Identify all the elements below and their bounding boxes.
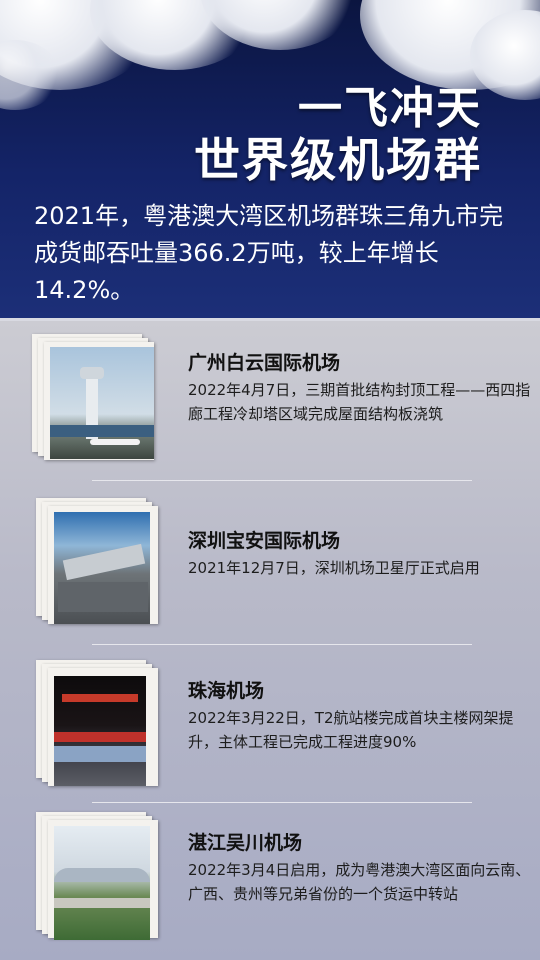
airport-name: 广州白云国际机场 [188,352,341,374]
guangzhou-airport-photo [50,347,154,459]
photo-stack [32,334,154,462]
divider-line [92,480,472,481]
photo-stack [36,660,158,788]
airport-name: 珠海机场 [188,680,265,702]
airport-desc: 2022年3月22日，T2航站楼完成首块主楼网架提升，主体工程已完成工程进度90… [188,709,514,751]
photo-stack [36,812,158,940]
airport-desc: 2022年4月7日，三期首批结构封顶工程——西四指廊工程冷却塔区域完成屋面结构板… [188,381,531,423]
header-banner: 一飞冲天 世界级机场群 2021年，粤港澳大湾区机场群珠三角九市完成货邮吞吐量3… [0,0,540,318]
divider-line [92,644,472,645]
airport-name: 深圳宝安国际机场 [188,530,341,552]
photo-stack [36,498,158,626]
title-line-2: 世界级机场群 [194,133,482,187]
airport-desc: 2022年3月4日启用，成为粤港澳大湾区面向云南、广西、贵州等兄弟省份的一个货运… [188,861,531,903]
divider-line [92,802,472,803]
zhuhai-airport-photo [54,676,146,786]
intro-text: 2021年，粤港澳大湾区机场群珠三角九市完成货邮吞吐量366.2万吨，较上年增长… [34,202,504,304]
airport-desc: 2021年12月7日，深圳机场卫星厅正式启用 [188,559,480,577]
airport-name: 湛江吴川机场 [188,832,303,854]
zhanjiang-airport-photo [54,826,150,940]
divider-line [0,318,540,321]
shenzhen-airport-photo [54,512,150,624]
